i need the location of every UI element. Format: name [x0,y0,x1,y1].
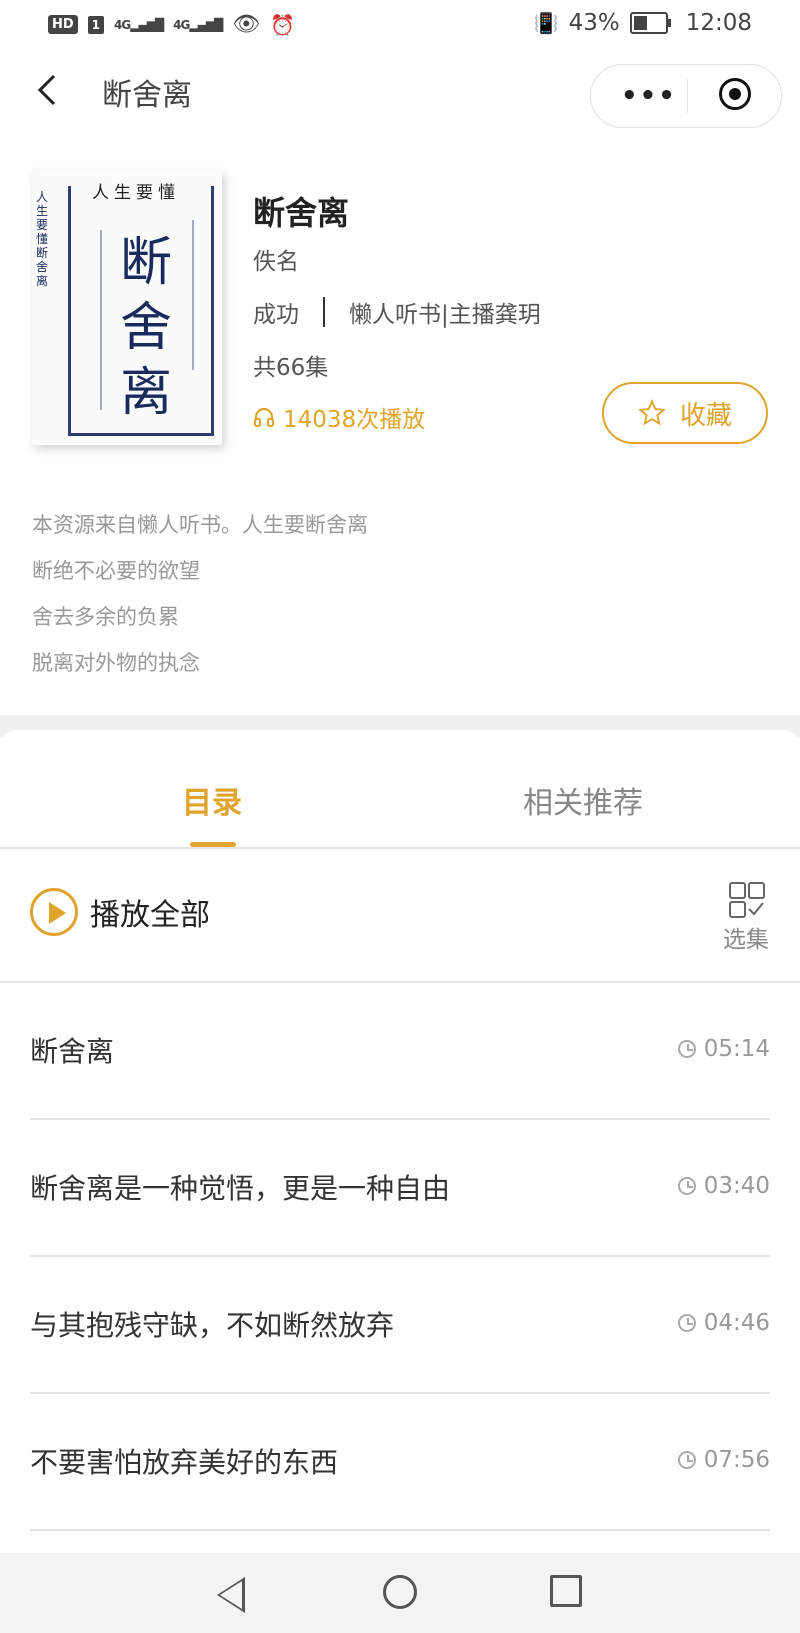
book-title: 断舍离 [253,194,350,232]
description-line: 本资源来自懒人听书。人生要断舍离 [32,513,368,537]
tabs-divider [0,847,800,849]
eye-icon: 👁 [232,12,261,37]
duration-text: 03:40 [703,1173,770,1199]
book-category: 成功 [253,302,299,328]
description-line: 脱离对外物的执念 [32,651,200,675]
description-line: 断绝不必要的欲望 [32,559,200,583]
play-circle-icon [30,888,78,936]
nav-recent-icon[interactable] [550,1575,582,1607]
track-title: 不要害怕放弃美好的东西 [30,1446,339,1479]
duration-text: 07:56 [703,1447,770,1473]
status-bar: HD 1 4G▂▄▆█ 4G▂▄▆█ 👁 ⏰ 📳 43% 12:08 [0,0,800,50]
clock-icon [677,1314,696,1332]
section-divider [0,981,800,983]
book-meta: 成功 懒人听书|主播龚玥 [253,295,541,329]
track-row[interactable]: 与其抱残守缺，不如断然放弃 04:46 [30,1258,770,1394]
battery-fill [633,16,647,30]
battery-percent: 43% [568,10,620,36]
miniprogram-capsule: ••• [590,64,782,128]
track-duration: 04:46 [677,1310,770,1336]
cover-decor-line [100,230,102,410]
track-duration: 07:56 [677,1447,770,1473]
signal-icon: 4G▂▄▆█ [114,17,164,32]
grid-check-icon [729,882,765,918]
nav-title: 断舍离 [102,78,192,113]
clock-time: 12:08 [685,10,752,36]
episode-count: 共66集 [253,355,329,381]
clock-icon [677,1177,696,1195]
duration-text: 04:46 [703,1310,770,1336]
star-icon [638,399,666,426]
signal-icon-2: 4G▂▄▆█ [173,17,223,32]
track-row[interactable]: 断舍离 05:14 [30,984,770,1120]
battery-icon [629,12,671,34]
clock-icon [677,1451,696,1469]
signal-label-2: 4G [173,17,190,32]
cover-char: 断 [120,233,173,293]
capsule-divider [687,79,688,113]
row-divider [30,1118,770,1120]
track-title: 断舍离是一种觉悟，更是一种自由 [30,1172,451,1205]
tab-catalog[interactable]: 目录 [182,778,242,822]
row-divider [30,1392,770,1394]
back-button[interactable] [34,70,64,110]
row-divider [30,1255,770,1257]
nav-back-icon[interactable] [217,1577,245,1613]
play-count-text: 14038次播放 [283,407,426,433]
status-left: HD 1 4G▂▄▆█ 4G▂▄▆█ 👁 ⏰ [48,12,295,37]
check-icon [748,902,764,916]
book-author: 佚名 [253,249,299,275]
cover-decor-line [192,220,194,370]
track-row[interactable]: 不要害怕放弃美好的东西 07:56 [30,1395,770,1531]
play-count: 14038次播放 [253,400,425,434]
select-episodes-button[interactable]: 选集 [718,882,774,954]
cover-char: 舍 [120,298,173,358]
track-row[interactable]: 断舍离是一种觉悟，更是一种自由 03:40 [30,1121,770,1257]
headphones-icon [254,407,274,427]
cover-top-text: 人生要懂 [90,178,182,203]
row-divider [30,1529,770,1531]
vibrate-icon: 📳 [533,11,559,35]
nav-home-icon[interactable] [383,1575,417,1609]
system-nav-bar [0,1553,800,1633]
track-title: 断舍离 [30,1035,115,1068]
cover-spine-text: 人生要懂断舍离 [36,190,49,288]
clock-icon [677,1040,696,1058]
book-source: 懒人听书|主播龚玥 [349,302,541,328]
duration-text: 05:14 [703,1036,770,1062]
alarm-icon: ⏰ [270,12,296,37]
play-all-button[interactable]: 播放全部 [30,888,210,936]
favorite-label: 收藏 [679,400,732,431]
track-duration: 03:40 [677,1173,770,1199]
description-line: 舍去多余的负累 [32,605,179,629]
signal-label-1: 4G [114,17,131,32]
track-duration: 05:14 [677,1036,770,1062]
select-label: 选集 [723,927,769,953]
cover-char: 离 [120,363,173,423]
book-description: 本资源来自懒人听书。人生要断舍离 断绝不必要的欲望 舍去多余的负累 脱离对外物的… [32,502,368,686]
close-target-icon[interactable] [719,78,751,110]
meta-divider [323,297,325,327]
chevron-left-icon [37,74,56,106]
tab-recommend[interactable]: 相关推荐 [523,778,643,822]
favorite-button[interactable]: 收藏 [602,382,768,444]
hd-badge: HD [48,15,78,34]
track-title: 与其抱残守缺，不如断然放弃 [30,1309,395,1342]
sim-badge: 1 [87,15,105,34]
status-right: 📳 43% 12:08 [534,10,752,36]
more-button[interactable]: ••• [621,81,677,111]
play-all-label: 播放全部 [90,898,210,933]
book-cover: 人生要懂断舍离 人生要懂 断 舍 离 [32,170,222,445]
